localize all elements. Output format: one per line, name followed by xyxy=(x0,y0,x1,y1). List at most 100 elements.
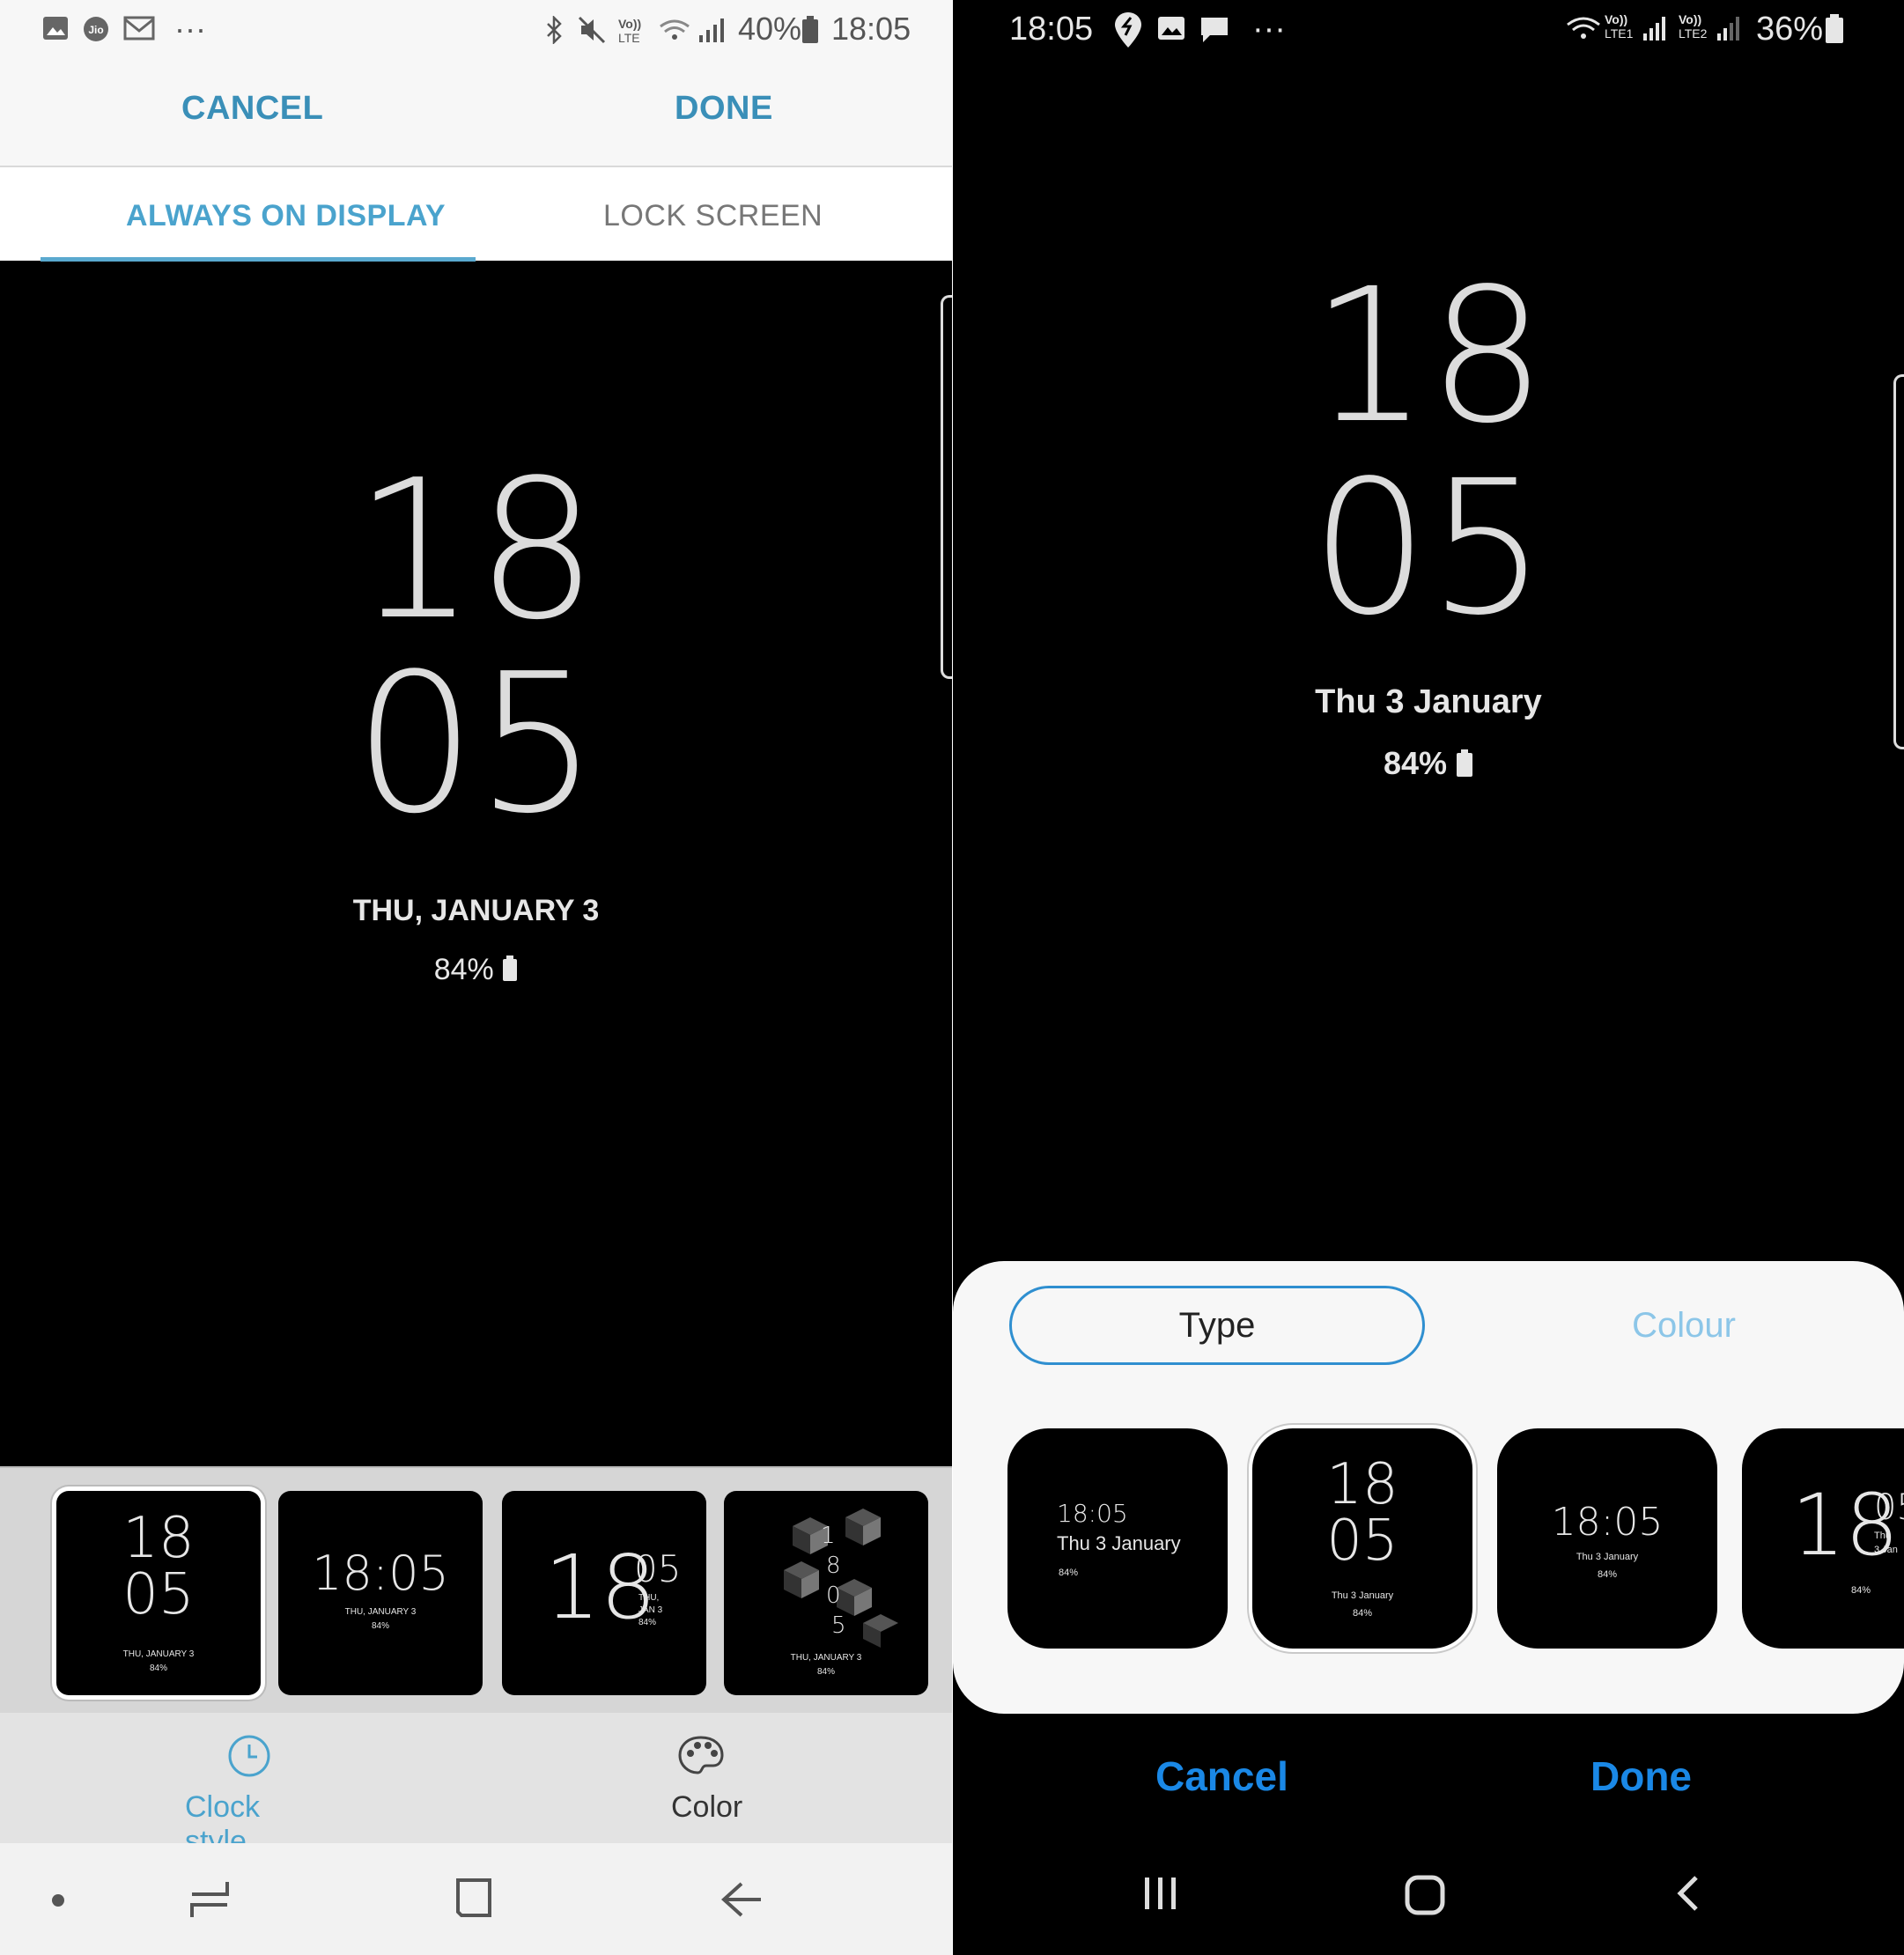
thumb-minute: 05 xyxy=(634,1547,682,1590)
thumb-minute: 05 xyxy=(1326,1509,1398,1574)
wifi-icon xyxy=(1567,17,1600,39)
thumb-battery: 84% xyxy=(1597,1569,1618,1580)
done-button[interactable]: DONE xyxy=(675,90,773,128)
gallery-notification-icon xyxy=(43,17,68,40)
recents-icon[interactable] xyxy=(1141,1874,1180,1913)
clock-style-tab[interactable]: Clock style xyxy=(176,1713,321,1858)
preview-hour: 18 xyxy=(1310,248,1546,464)
tab-lock-screen[interactable]: LOCK SCREEN xyxy=(603,199,823,233)
thumb-digit: 1 xyxy=(821,1523,836,1549)
home-icon[interactable] xyxy=(454,1877,497,1921)
cancel-button[interactable]: CANCEL xyxy=(181,90,323,128)
clock-type-option[interactable]: 18:05 Thu 3 January 84% xyxy=(1007,1428,1228,1649)
sim1-volte-indicator: Vo)) xyxy=(1605,12,1628,26)
thumb-date: Thu 3 January xyxy=(1576,1552,1639,1562)
sim1-network-type: LTE1 xyxy=(1605,26,1634,41)
type-segment-button[interactable]: Type xyxy=(1009,1286,1425,1365)
bluetooth-icon xyxy=(547,16,562,44)
thumb-hour: 18 xyxy=(1326,1452,1398,1517)
clock-picker-sheet: Type Colour 18:05 Thu 3 January 84% 18 0… xyxy=(953,1261,1904,1714)
back-icon[interactable] xyxy=(1675,1874,1703,1913)
status-bar: Jio ··· Vo)) LTE 40% 18:05 xyxy=(0,0,952,62)
location-notification-icon xyxy=(1115,12,1141,48)
battery-icon xyxy=(1826,14,1843,43)
left-screenshot: Jio ··· Vo)) LTE 40% 18:05 CANCEL DONE AL… xyxy=(0,0,952,1955)
clock-icon xyxy=(228,1735,270,1777)
color-tab[interactable]: Color xyxy=(652,1713,757,1843)
battery-icon xyxy=(802,16,818,43)
back-icon[interactable] xyxy=(720,1880,764,1919)
thumb-battery: 84% xyxy=(816,1667,835,1677)
cancel-button[interactable]: Cancel xyxy=(1155,1752,1288,1800)
thumb-battery: 84% xyxy=(1059,1568,1079,1578)
thumb-digit: 0 xyxy=(826,1582,841,1609)
preview-date: Thu 3 January xyxy=(1315,683,1542,720)
battery-icon xyxy=(1457,749,1473,777)
edge-panel-handle[interactable] xyxy=(1893,374,1904,749)
preview-battery-percent: 84% xyxy=(433,953,494,986)
thumb-date: THU, JANUARY 3 xyxy=(122,1649,195,1659)
status-bar: 18:05 ··· Vo)) LTE1 Vo)) LTE2 36% xyxy=(953,0,1904,62)
wifi-icon xyxy=(660,19,690,40)
mute-icon xyxy=(578,16,606,44)
home-icon[interactable] xyxy=(1404,1874,1446,1916)
aod-preview: 18 05 xyxy=(0,262,952,1466)
thumb-day: Thu xyxy=(1874,1531,1891,1541)
tab-bar: ALWAYS ON DISPLAY LOCK SCREEN xyxy=(0,167,952,261)
nav-dot-icon[interactable] xyxy=(51,1893,65,1907)
gmail-notification-icon xyxy=(123,16,155,41)
status-time: 18:05 xyxy=(1009,11,1094,48)
preview-hour: 18 xyxy=(353,439,599,662)
status-time: 18:05 xyxy=(831,11,911,47)
svg-text:LTE: LTE xyxy=(618,31,640,44)
thumb-date: Thu 3 January xyxy=(1057,1532,1181,1554)
sim2-network-type: LTE2 xyxy=(1679,26,1708,41)
color-label: Color xyxy=(671,1790,743,1824)
colour-segment-button[interactable]: Colour xyxy=(1499,1286,1869,1365)
action-bar: CANCEL DONE xyxy=(0,62,952,167)
thumb-digit: 5 xyxy=(831,1612,846,1639)
thumb-battery: 84% xyxy=(149,1664,167,1673)
sim1-signal-icon xyxy=(1643,17,1665,41)
clock-style-option[interactable]: 18 05 THU, JANUARY 3 84% xyxy=(56,1491,261,1695)
message-notification-icon xyxy=(1201,18,1228,42)
preview-battery: 84% xyxy=(953,745,1904,782)
thumb-date: THU, JANUARY 3 xyxy=(790,1653,862,1663)
preview-date: THU, JANUARY 3 xyxy=(352,894,600,927)
battery-percent: 40% xyxy=(738,11,802,47)
signal-icon xyxy=(699,18,724,42)
preview-battery: 84% xyxy=(0,953,952,987)
thumb-minute: 05 xyxy=(122,1562,195,1627)
preview-minute: 05 xyxy=(1310,440,1546,656)
volte-icon: Vo))LTE xyxy=(618,17,641,44)
thumb-battery: 84% xyxy=(1851,1585,1871,1596)
clock-type-option[interactable]: 18 05 Thu 3 Jan 84% xyxy=(1742,1428,1904,1649)
recents-icon[interactable] xyxy=(188,1877,231,1922)
clock-style-option[interactable]: 18:05 THU, JANUARY 3 84% xyxy=(278,1491,483,1695)
more-notifications-indicator: ··· xyxy=(1252,11,1286,48)
thumb-time: 18:05 xyxy=(1057,1499,1128,1528)
svg-text:Vo)): Vo)) xyxy=(618,17,641,31)
thumb-digit: 8 xyxy=(826,1553,841,1579)
thumb-date: Thu 3 January xyxy=(1331,1590,1394,1601)
navigation-bar xyxy=(0,1843,952,1955)
tab-always-on-display[interactable]: ALWAYS ON DISPLAY xyxy=(126,199,446,233)
clock-type-option[interactable]: 18:05 Thu 3 January 84% xyxy=(1497,1428,1717,1649)
edge-panel-handle[interactable] xyxy=(941,295,952,679)
preview-minute: 05 xyxy=(353,633,599,856)
palette-icon xyxy=(678,1736,724,1774)
clock-style-option[interactable]: 18 05 THU, JAN 3 84% xyxy=(502,1491,706,1695)
thumb-day: THU, xyxy=(638,1593,660,1603)
sim2-signal-icon xyxy=(1717,17,1739,41)
thumb-date: JAN 3 xyxy=(638,1605,663,1615)
thumb-hour: 18 xyxy=(122,1506,195,1571)
done-button[interactable]: Done xyxy=(1590,1752,1692,1800)
clock-style-option[interactable]: 1 8 0 5 THU, JANUARY 3 84% xyxy=(724,1491,928,1695)
clock-type-option[interactable]: 18 05 Thu 3 January 84% xyxy=(1252,1428,1472,1649)
battery-icon xyxy=(503,955,518,981)
thumb-time: 18:05 xyxy=(312,1546,449,1601)
bottom-tab-bar: Clock style Color xyxy=(0,1713,952,1858)
svg-text:Jio: Jio xyxy=(88,24,103,36)
battery-percent: 36% xyxy=(1756,11,1824,48)
right-screenshot: 18:05 ··· Vo)) LTE1 Vo)) LTE2 36% 18 05 … xyxy=(953,0,1904,1955)
